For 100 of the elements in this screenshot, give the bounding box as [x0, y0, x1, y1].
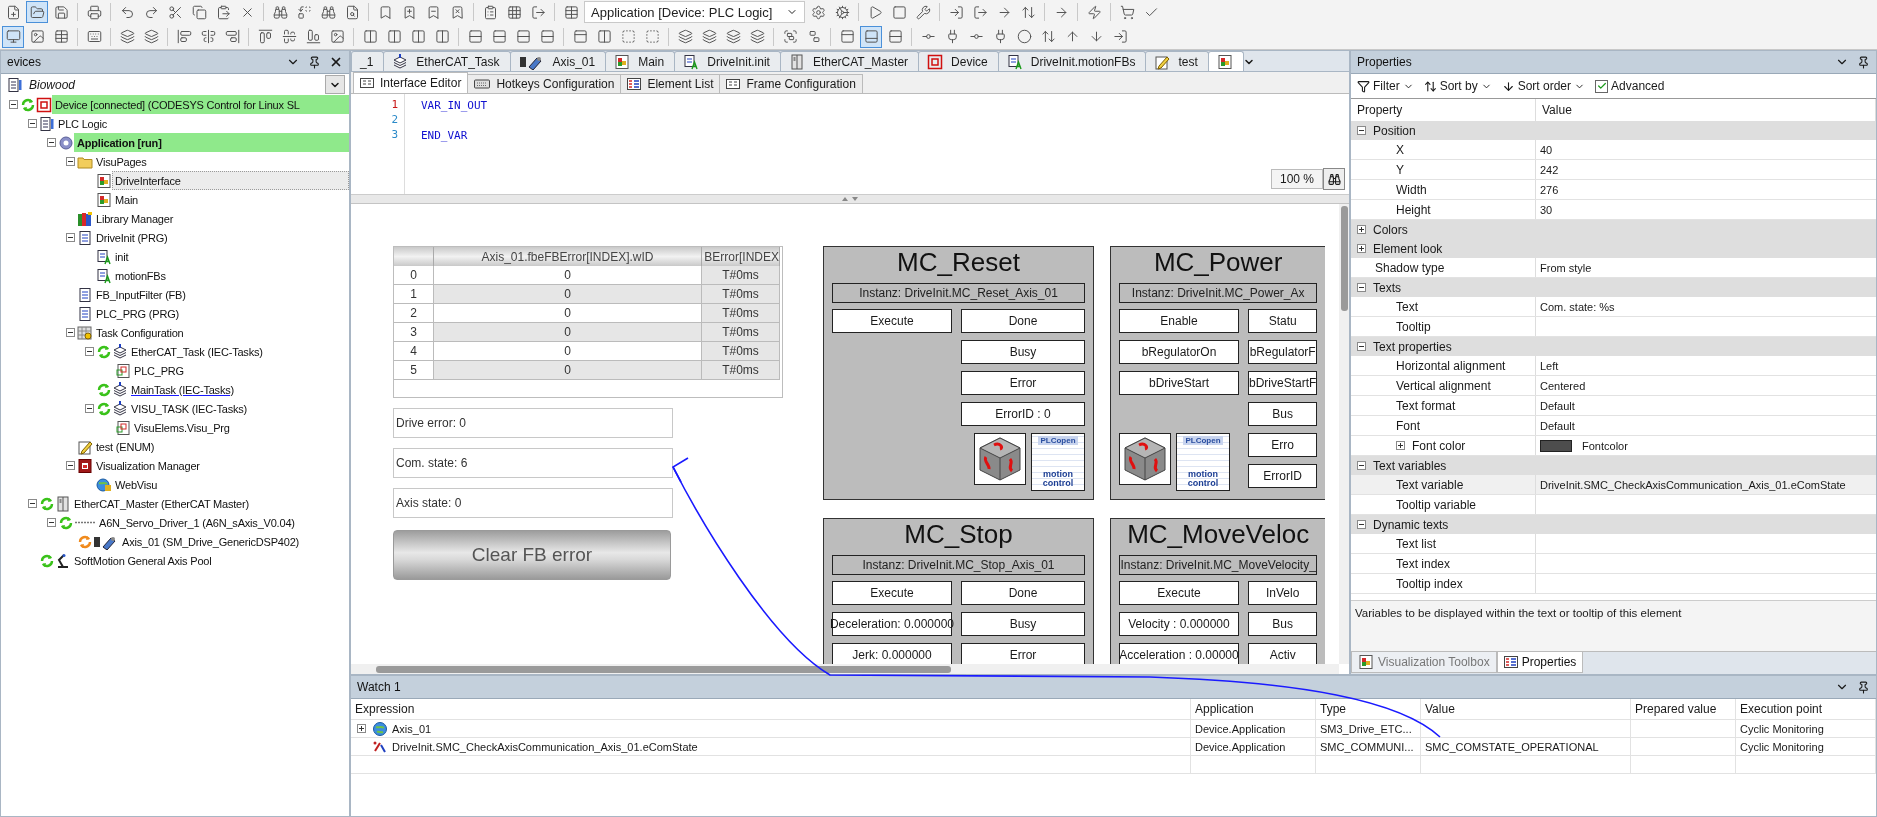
property-value[interactable]: 276	[1540, 183, 1559, 196]
output-pin: bRegulatorF	[1248, 340, 1318, 364]
watch-expression[interactable]: Axis_01	[392, 722, 432, 735]
property-value[interactable]: 30	[1540, 203, 1553, 216]
tree-item[interactable]: Application [run]	[74, 133, 349, 152]
row-index: 4	[394, 342, 434, 361]
collapse-box-icon[interactable]	[85, 404, 94, 413]
expander-box-icon[interactable]	[1357, 126, 1366, 135]
editor-tab[interactable]: Frame Configuration	[719, 74, 863, 93]
tree-item[interactable]: Task Configuration	[93, 323, 349, 342]
tree-item[interactable]: PLC_PRG	[131, 361, 349, 380]
expander-box-icon[interactable]	[1357, 342, 1366, 351]
tree-item[interactable]: motionFBs	[112, 266, 349, 285]
pin-icon[interactable]	[308, 55, 321, 69]
tree-item[interactable]: PLC_PRG (PRG)	[93, 304, 349, 323]
table-cell: T#0ms	[702, 323, 780, 342]
collapse-box-icon[interactable]	[85, 347, 94, 356]
dropdown-button[interactable]	[325, 75, 345, 94]
property-value[interactable]: Left	[1540, 359, 1559, 372]
property-value[interactable]: Centered	[1540, 379, 1586, 392]
document-tab[interactable]: Main	[605, 51, 676, 71]
zoom-level[interactable]: 100 %	[1270, 169, 1323, 189]
document-tab[interactable]: DriveInit.motionFBs	[997, 51, 1147, 71]
property-value[interactable]: From style	[1540, 261, 1592, 274]
zoom-button[interactable]	[1323, 168, 1345, 190]
document-tab[interactable]: EtherCAT_Master	[779, 51, 920, 71]
column-header: Type	[1316, 699, 1421, 719]
filter-button[interactable]: Filter	[1357, 79, 1414, 93]
collapse-box-icon[interactable]	[66, 233, 75, 242]
panel-button[interactable]	[860, 25, 882, 48]
close-icon[interactable]	[329, 55, 343, 69]
document-tab[interactable]: _1	[351, 51, 385, 71]
project-name: Biowood	[29, 77, 77, 92]
tree-item[interactable]: A6N_Servo_Driver_1 (A6N_sAxis_V0.04)	[96, 513, 349, 532]
property-value[interactable]: Com. state: %s	[1540, 300, 1615, 313]
tree-item[interactable]: WebVisu	[112, 475, 349, 494]
document-tab[interactable]	[1207, 51, 1244, 71]
expander-box-icon[interactable]	[1357, 244, 1366, 253]
expander-box-icon[interactable]	[1357, 520, 1366, 529]
document-tab[interactable]: test	[1145, 51, 1209, 71]
tree-item[interactable]: Device [connected] (CODESYS Control for Linux SL	[52, 95, 349, 114]
watch-expression[interactable]: DriveInit.SMC_CheckAxisCommunication_Axis_01.eComState	[392, 740, 698, 753]
property-value[interactable]: Fontcolor	[1582, 439, 1628, 452]
tree-item[interactable]: Library Manager	[93, 209, 349, 228]
tree-item[interactable]: SoftMotion General Axis Pool	[71, 551, 349, 570]
editor-tab[interactable]: Element List	[620, 74, 721, 93]
tree-item[interactable]: Main	[112, 190, 349, 209]
property-value[interactable]: 40	[1540, 143, 1553, 156]
collapse-box-icon[interactable]	[28, 499, 37, 508]
tree-item[interactable]: EtherCAT_Master (EtherCAT Master)	[71, 494, 349, 513]
editor-tab[interactable]: Interface Editor	[353, 72, 469, 93]
expander-box-icon[interactable]	[1357, 225, 1366, 234]
tree-item[interactable]: MainTask (IEC-Tasks)	[128, 380, 349, 399]
panel-tab[interactable]: Properties	[1496, 652, 1584, 673]
tree-item[interactable]: init	[112, 247, 349, 266]
clear-error-button[interactable]: Clear FB error	[393, 530, 671, 580]
collapse-box-icon[interactable]	[66, 461, 75, 470]
tree-item[interactable]: VISU_TASK (IEC-Tasks)	[128, 399, 349, 418]
tree-item[interactable]: VisuElems.Visu_Prg	[131, 418, 349, 437]
document-tab[interactable]: DriveInit.init	[674, 51, 781, 71]
pin-icon[interactable]	[1857, 55, 1870, 69]
document-tab[interactable]: Device	[918, 51, 999, 71]
sort-by-button[interactable]: Sort by	[1423, 79, 1492, 93]
tree-item[interactable]: Axis_01 (SM_Drive_GenericDSP402)	[119, 532, 349, 551]
collapse-box-icon[interactable]	[47, 138, 56, 147]
tree-item[interactable]: FB_InputFilter (FB)	[93, 285, 349, 304]
document-tab[interactable]: Axis_01	[509, 51, 607, 71]
property-value[interactable]: Default	[1540, 419, 1575, 432]
panel-tab[interactable]: Visualization Toolbox	[1351, 652, 1497, 673]
expander-box-icon[interactable]	[1357, 461, 1366, 470]
tree-item[interactable]: DriveInit (PRG)	[93, 228, 349, 247]
group-icon	[782, 29, 798, 45]
expander-box-icon[interactable]	[1357, 283, 1366, 292]
collapse-box-icon[interactable]	[47, 518, 56, 527]
collapse-box-icon[interactable]	[66, 328, 75, 337]
tree-item[interactable]: EtherCAT_Task (IEC-Tasks)	[128, 342, 349, 361]
property-value[interactable]: Default	[1540, 399, 1575, 412]
document-tab[interactable]: EtherCAT_Task	[383, 51, 511, 71]
advanced-checkbox[interactable]	[1595, 79, 1609, 93]
horizontal-scrollbar[interactable]	[351, 664, 1339, 674]
folder-button[interactable]	[26, 1, 48, 24]
property-value[interactable]: 242	[1540, 163, 1559, 176]
collapse-box-icon[interactable]	[28, 119, 37, 128]
pin-icon[interactable]	[1857, 680, 1870, 694]
collapse-box-icon[interactable]	[9, 100, 18, 109]
monitor-button[interactable]	[2, 25, 24, 48]
block-title: MC_Power	[1152, 247, 1284, 277]
editor-tab[interactable]: Hotkeys Configuration	[467, 74, 622, 93]
tree-item[interactable]: Visualization Manager	[93, 456, 349, 475]
sort-order-button[interactable]: Sort order	[1501, 79, 1586, 93]
expander-box-icon[interactable]	[1396, 441, 1405, 450]
expander-box-icon[interactable]	[357, 724, 366, 733]
tree-item[interactable]: test (ENUM)	[93, 437, 349, 456]
tree-item[interactable]: PLC Logic	[55, 114, 349, 133]
collapse-box-icon[interactable]	[66, 157, 75, 166]
vertical-scrollbar[interactable]	[1339, 204, 1349, 664]
table-cell: Cyclic Monitoring	[1736, 738, 1876, 755]
tree-item[interactable]: DriveInterface	[112, 171, 349, 190]
application-dropdown[interactable]: Application [Device: PLC Logic]	[584, 1, 806, 24]
tree-item[interactable]: VisuPages	[93, 152, 349, 171]
